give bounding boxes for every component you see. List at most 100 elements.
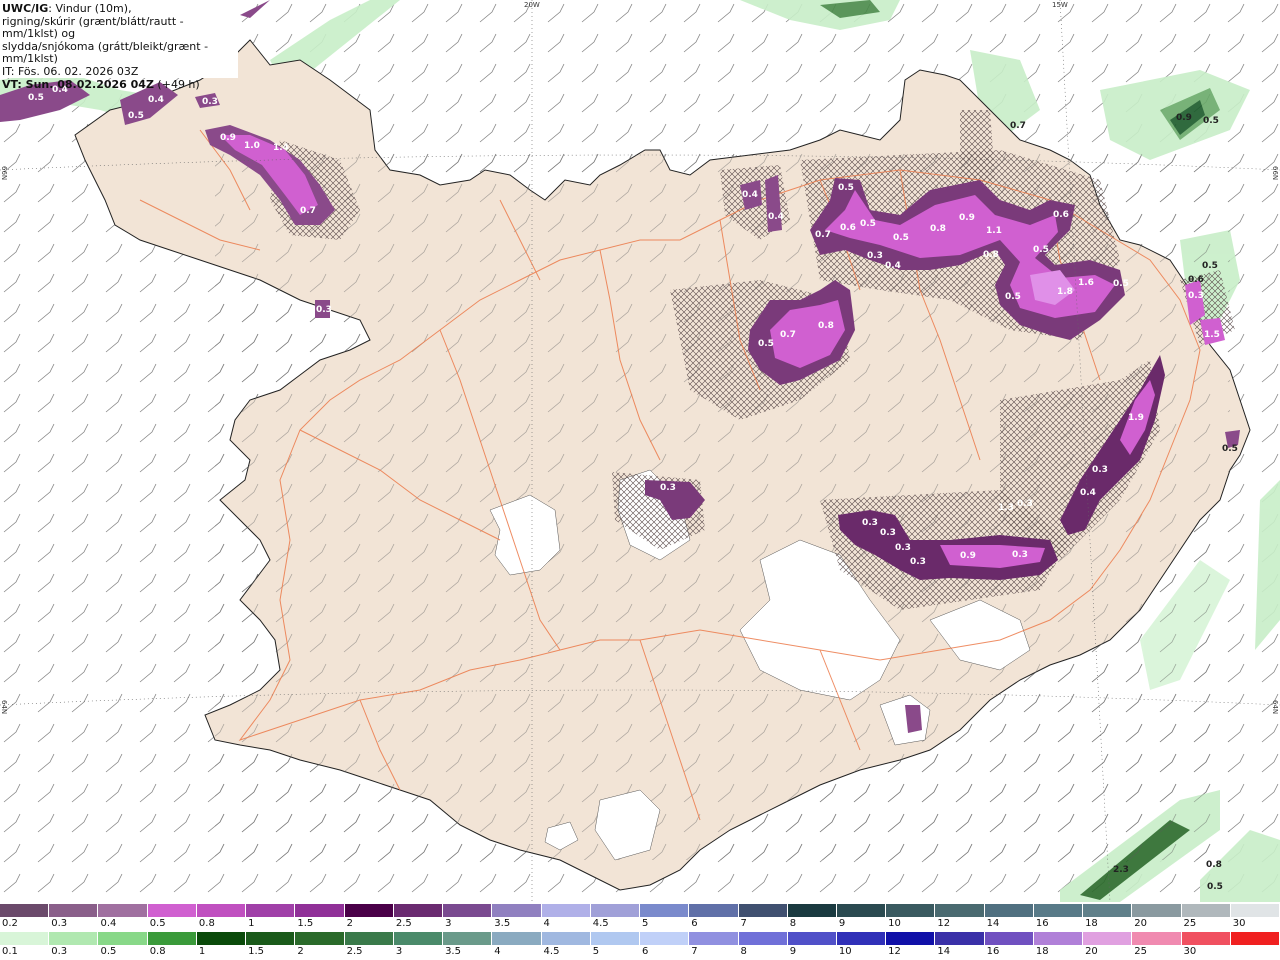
precip-label: 0.4 bbox=[768, 212, 784, 222]
rain-legend-ticks: 0.1 0.3 0.5 0.8 1 1.5 2 2.5 3 3.5 4 4.5 5 6 7 8 9 10 12 14 1… bbox=[0, 946, 1280, 959]
legend-tick-label: 9 bbox=[838, 918, 846, 929]
legend-swatch bbox=[1230, 932, 1280, 945]
precip-label: 0.5 bbox=[1113, 279, 1129, 289]
legend-tick-label: 2.5 bbox=[346, 946, 363, 957]
legend-swatch bbox=[541, 904, 591, 917]
legend-swatch bbox=[984, 932, 1034, 945]
legend-swatch bbox=[295, 904, 345, 917]
legend-tick-label: 2.5 bbox=[395, 918, 412, 929]
precip-label: 0.8 bbox=[818, 321, 834, 331]
precip-label: 0.3 bbox=[895, 543, 911, 553]
legend-swatch bbox=[1033, 932, 1084, 945]
legend-tick-label: 8 bbox=[740, 946, 747, 957]
legend-swatch bbox=[984, 904, 1034, 917]
precip-label: 0.3 bbox=[1188, 291, 1204, 301]
snow-color-legend bbox=[0, 904, 1280, 917]
precip-label: 0.7 bbox=[780, 330, 796, 340]
legend-tick-label: 8 bbox=[789, 918, 797, 929]
precip-label: 0.5 bbox=[1005, 292, 1021, 302]
precip-label: 0.5 bbox=[1033, 245, 1049, 255]
legend-swatch bbox=[49, 932, 99, 945]
legend-tick-label: 3 bbox=[395, 946, 403, 957]
precip-label: 0.6 bbox=[840, 223, 856, 233]
precip-label: 0.7 bbox=[815, 230, 831, 240]
legend-swatch bbox=[246, 904, 296, 917]
precip-label: 0.6 bbox=[1188, 275, 1204, 285]
precip-label: 0.9 bbox=[960, 551, 976, 561]
legend-swatch bbox=[295, 932, 345, 945]
legend-tick-label: 5 bbox=[592, 946, 600, 957]
precip-label: 0.5 bbox=[1203, 116, 1219, 126]
precip-label: 0.5 bbox=[1207, 882, 1223, 892]
precip-label: 1.8 bbox=[1057, 287, 1073, 297]
legend-tick-label: 0.5 bbox=[100, 946, 117, 957]
precip-label: 2.3 bbox=[1113, 865, 1129, 875]
header-line-1: UWC/IG: Vindur (10m), bbox=[2, 2, 238, 16]
valid-time: VT: Sun. 08.02.2026 04Z bbox=[2, 77, 154, 91]
legend-tick-label: 0.8 bbox=[149, 946, 166, 957]
legend-tick-label: 6 bbox=[642, 946, 649, 957]
precip-label: 0.9 bbox=[959, 213, 975, 223]
legend-swatch bbox=[492, 904, 542, 917]
legend-tick-label: 10 bbox=[838, 946, 852, 957]
legend-swatch bbox=[640, 904, 690, 917]
lat-label-66n-left: 66N bbox=[0, 166, 8, 181]
legend-swatch bbox=[836, 904, 887, 917]
precip-label: 0.5 bbox=[758, 339, 774, 349]
legend-tick-label: 0.3 bbox=[51, 946, 68, 957]
legend-swatch bbox=[787, 932, 837, 945]
legend-swatch bbox=[935, 904, 985, 917]
precip-label: 0.8 bbox=[983, 250, 999, 260]
legend-swatch bbox=[689, 904, 739, 917]
precip-label: 0.3 bbox=[880, 528, 896, 538]
precip-label: 1.6 bbox=[1078, 278, 1094, 288]
legend-tick-label: 0.3 bbox=[51, 918, 68, 929]
legend-tick-label: 0.2 bbox=[2, 918, 18, 929]
legend-tick-label: 0.4 bbox=[100, 918, 117, 929]
precip-label: 0.8 bbox=[930, 224, 946, 234]
legend-swatch bbox=[196, 932, 247, 945]
legend-swatch bbox=[590, 904, 641, 917]
legend-tick-label: 1.5 bbox=[248, 946, 265, 957]
legend-tick-label: 20 bbox=[1085, 946, 1098, 957]
legend-swatch bbox=[738, 904, 788, 917]
precip-label: 0.5 bbox=[128, 111, 144, 121]
precip-label: 0.3 bbox=[1017, 499, 1033, 509]
lon-label-20w: 20W bbox=[524, 1, 540, 9]
legend-tick-label: 30 bbox=[1232, 918, 1246, 929]
legend-tick-label: 2 bbox=[297, 946, 304, 957]
legend-tick-label: 12 bbox=[888, 946, 901, 957]
legend-tick-label: 4.5 bbox=[592, 918, 609, 929]
header-line-3: slydda/snjókoma (grátt/bleikt/grænt - mm… bbox=[2, 39, 209, 66]
precip-label: 0.4 bbox=[1080, 488, 1096, 498]
precip-label: 0.9 bbox=[220, 133, 236, 143]
legend-tick-label: 3.5 bbox=[494, 918, 511, 929]
legend-swatch bbox=[1033, 904, 1084, 917]
precip-label: 1.0 bbox=[244, 141, 260, 151]
legend-swatch bbox=[443, 932, 493, 945]
model-name: UWC/IG bbox=[2, 2, 49, 15]
legend-tick-label: 9 bbox=[789, 946, 797, 957]
legend-swatch bbox=[0, 904, 50, 917]
legend-swatch bbox=[640, 932, 690, 945]
precip-label: 0.4 bbox=[742, 190, 758, 200]
legend-tick-label: 4.5 bbox=[543, 946, 560, 957]
header-line-5: VT: Sun. 08.02.2026 04Z (+49 h) bbox=[2, 77, 238, 92]
lat-label-64n-right: 64N bbox=[1271, 700, 1279, 715]
legend-tick-label: 1.5 bbox=[297, 918, 314, 929]
precip-label: 0.5 bbox=[1222, 444, 1238, 454]
precip-label: 1.5 bbox=[1204, 330, 1220, 340]
precip-label: 0.3 bbox=[1012, 550, 1028, 560]
legend-swatch bbox=[246, 932, 296, 945]
legend-swatch bbox=[738, 932, 788, 945]
precip-label: 0.3 bbox=[867, 251, 883, 261]
legend-swatch bbox=[393, 904, 444, 917]
legend-swatch bbox=[1083, 904, 1133, 917]
legend-swatch bbox=[1230, 904, 1280, 917]
legend-tick-label: 3 bbox=[445, 918, 452, 929]
legend-swatch bbox=[0, 932, 50, 945]
legend-swatch bbox=[935, 932, 985, 945]
legend-tick-label: 4 bbox=[494, 946, 501, 957]
legend-tick-label: 3.5 bbox=[445, 946, 461, 957]
precip-label: 1.3 bbox=[998, 503, 1014, 513]
